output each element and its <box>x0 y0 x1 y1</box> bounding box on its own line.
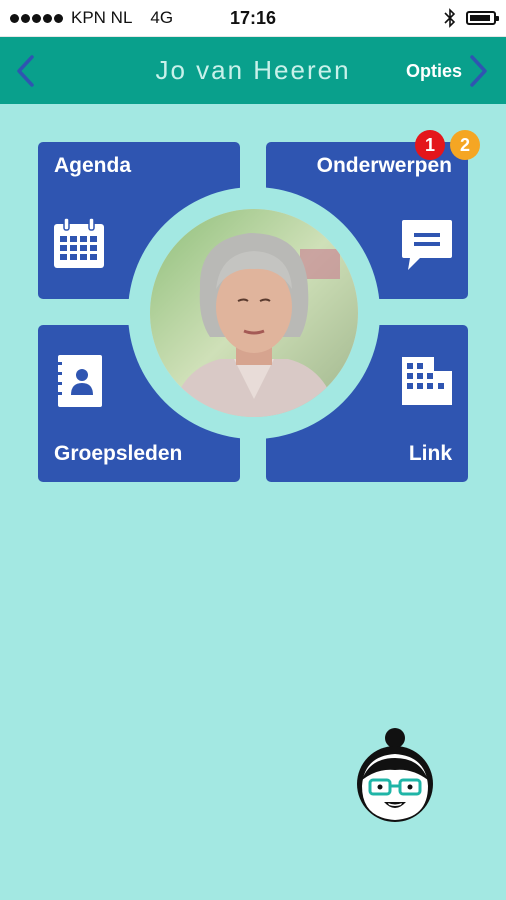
tile-agenda-label: Agenda <box>54 154 132 177</box>
battery-icon <box>466 11 499 25</box>
options-button[interactable]: Opties <box>406 61 462 82</box>
status-right <box>444 8 499 28</box>
status-bar: KPN NL 4G 17:16 <box>0 0 506 37</box>
tile-groepsleden-label: Groepsleden <box>54 442 183 465</box>
contacts-book-icon <box>54 355 102 407</box>
status-time: 17:16 <box>229 8 277 28</box>
bluetooth-icon <box>444 8 456 28</box>
mascot-avatar-icon[interactable] <box>350 728 440 824</box>
notification-badge-red: 1 <box>415 130 445 160</box>
building-icon <box>402 357 452 405</box>
tile-link-label: Link <box>408 442 452 465</box>
profile-photo-image <box>150 209 358 417</box>
forward-chevron-icon[interactable] <box>464 53 492 89</box>
notification-badge-orange: 2 <box>450 130 480 160</box>
calendar-icon <box>54 218 104 268</box>
nav-bar: Jo van Heeren Opties <box>0 37 506 104</box>
profile-photo[interactable] <box>150 209 358 417</box>
chat-bubble-icon <box>402 220 452 270</box>
